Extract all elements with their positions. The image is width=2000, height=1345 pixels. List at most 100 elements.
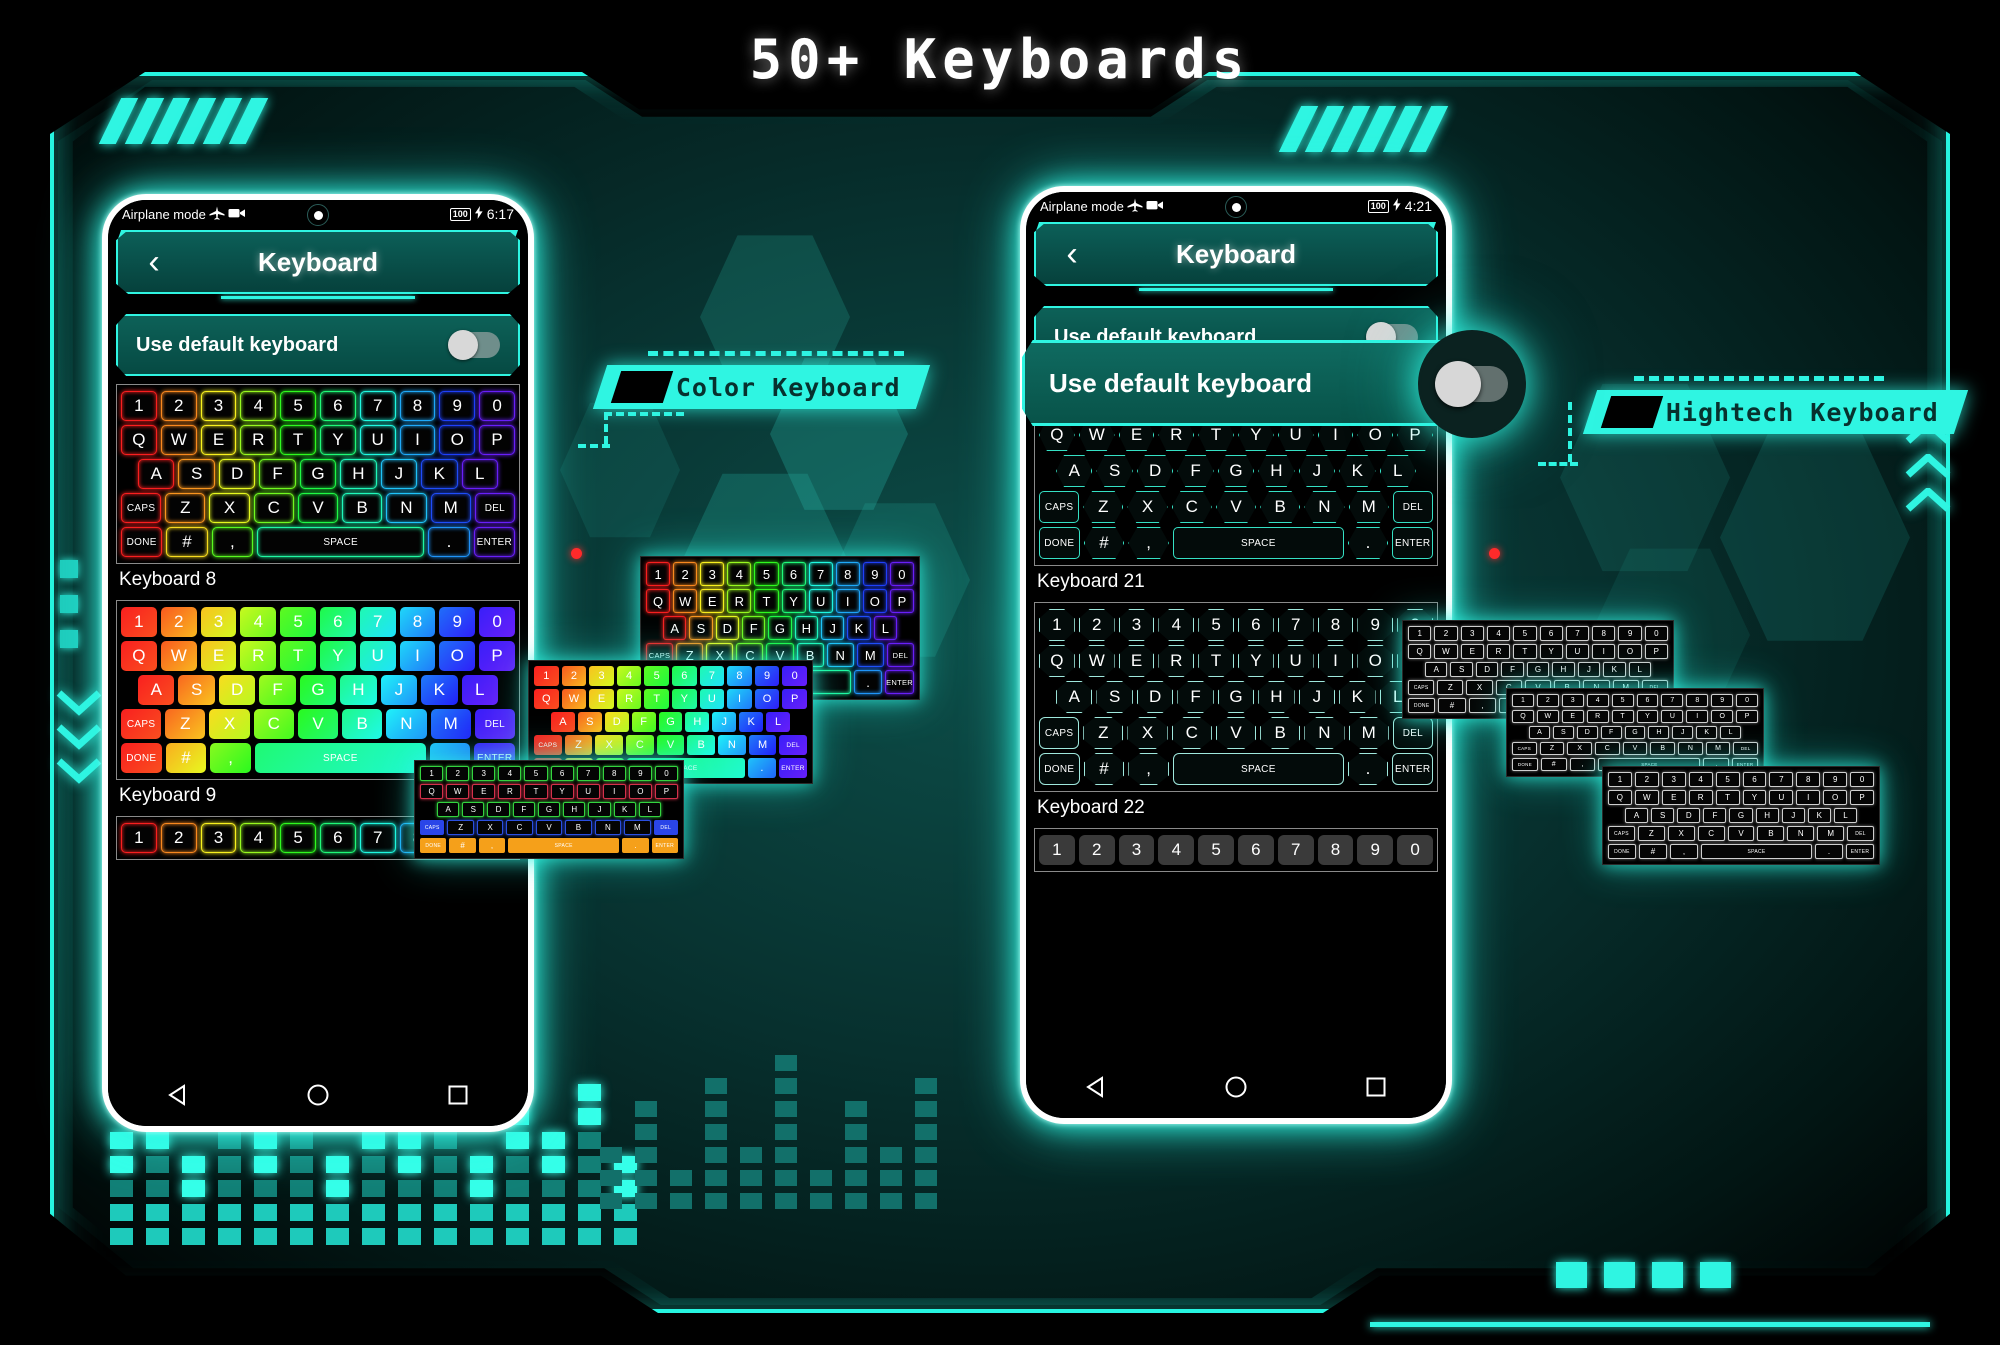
key-2[interactable]: 2 <box>446 766 470 781</box>
key-4[interactable]: 4 <box>727 562 752 586</box>
key-4[interactable]: 4 <box>1486 626 1511 641</box>
key-6[interactable]: 6 <box>1539 626 1563 641</box>
key-q[interactable]: Q <box>1511 710 1534 723</box>
key-8[interactable]: 8 <box>1317 835 1354 865</box>
key-[interactable]: . <box>1347 753 1389 785</box>
key-m[interactable]: M <box>856 643 884 667</box>
key-f[interactable]: F <box>512 802 535 817</box>
key-h[interactable]: H <box>1648 726 1670 739</box>
key-x[interactable]: X <box>476 820 504 835</box>
key-2[interactable]: 2 <box>160 823 197 853</box>
key-1[interactable]: 1 <box>1039 835 1075 865</box>
key-u[interactable]: U <box>1661 710 1684 723</box>
key-2[interactable]: 2 <box>1536 694 1559 707</box>
key-x[interactable]: X <box>1667 826 1695 841</box>
key-a[interactable]: A <box>1056 455 1093 487</box>
key-3[interactable]: 3 <box>1118 609 1155 641</box>
key-5[interactable]: 5 <box>1715 772 1740 787</box>
key-h[interactable]: H <box>1258 681 1295 713</box>
key-caps[interactable]: CAPS <box>1039 491 1080 523</box>
key-6[interactable]: 6 <box>672 666 697 686</box>
key-[interactable]: , <box>1669 844 1698 859</box>
key-5[interactable]: 5 <box>1611 694 1634 707</box>
key-z[interactable]: Z <box>1637 826 1665 841</box>
key-o[interactable]: O <box>628 784 652 799</box>
key-s[interactable]: S <box>1096 681 1133 713</box>
key-[interactable]: , <box>1128 527 1169 559</box>
key-g[interactable]: G <box>768 616 792 640</box>
nav-home-icon[interactable] <box>1223 1074 1249 1100</box>
key-3[interactable]: 3 <box>1118 835 1155 865</box>
key-s[interactable]: S <box>1552 726 1574 739</box>
key-z[interactable]: Z <box>1437 680 1464 695</box>
key-e[interactable]: E <box>1460 644 1484 659</box>
key-6[interactable]: 6 <box>320 823 356 853</box>
key-w[interactable]: W <box>561 689 587 709</box>
key-d[interactable]: D <box>1475 662 1499 677</box>
key-7[interactable]: 7 <box>1277 609 1314 641</box>
key-f[interactable]: F <box>1177 681 1214 713</box>
keyboard-preview-card[interactable]: 1234567890QWERTYUIOPASDFGHJKLCAPSZXCVBNM… <box>1034 602 1438 792</box>
key-1[interactable]: 1 <box>1607 772 1632 787</box>
keyboard-preview-card[interactable]: 1234567890QWERTYUIOPASDFGHJKLCAPSZXCVBNM… <box>116 384 520 564</box>
key-k[interactable]: K <box>1807 808 1831 823</box>
key-a[interactable]: A <box>1625 808 1649 823</box>
use-default-keyboard-toggle[interactable] <box>448 330 500 360</box>
key-4[interactable]: 4 <box>240 391 277 421</box>
key-done[interactable]: DONE <box>1408 698 1436 713</box>
key-8[interactable]: 8 <box>727 666 752 686</box>
key-k[interactable]: K <box>1339 455 1376 487</box>
key-6[interactable]: 6 <box>550 766 574 781</box>
use-default-keyboard-row-left[interactable]: Use default keyboard <box>116 314 520 376</box>
key-[interactable]: , <box>1128 753 1169 785</box>
key-f[interactable]: F <box>631 712 656 732</box>
key-c[interactable]: C <box>506 820 533 835</box>
key-i[interactable]: I <box>602 784 626 799</box>
key-k[interactable]: K <box>421 459 458 489</box>
key-e[interactable]: E <box>1118 645 1155 677</box>
key-n[interactable]: N <box>386 709 427 739</box>
key-4[interactable]: 4 <box>1688 772 1713 787</box>
key-3[interactable]: 3 <box>1661 772 1686 787</box>
key-enter[interactable]: ENTER <box>885 670 915 694</box>
key-r[interactable]: R <box>240 425 277 455</box>
key-1[interactable]: 1 <box>1408 626 1432 641</box>
key-m[interactable]: M <box>624 820 651 835</box>
nav-home-icon[interactable] <box>305 1082 331 1108</box>
key-f[interactable]: F <box>742 616 766 640</box>
key-a[interactable]: A <box>138 459 175 489</box>
key-0[interactable]: 0 <box>654 766 678 781</box>
key-4[interactable]: 4 <box>240 607 277 637</box>
key-8[interactable]: 8 <box>399 391 436 421</box>
key-y[interactable]: Y <box>1742 790 1767 805</box>
key-z[interactable]: Z <box>447 820 474 835</box>
key-0[interactable]: 0 <box>479 391 515 421</box>
key-s[interactable]: S <box>1096 455 1133 487</box>
key-i[interactable]: I <box>1592 644 1616 659</box>
key-g[interactable]: G <box>1729 808 1753 823</box>
key-n[interactable]: N <box>386 493 427 523</box>
key-1[interactable]: 1 <box>1511 694 1534 707</box>
back-chevron-icon[interactable]: ‹ <box>1052 237 1092 271</box>
key-[interactable]: # <box>1083 527 1125 559</box>
key-w[interactable]: W <box>160 425 197 455</box>
key-k[interactable]: K <box>1339 681 1376 713</box>
key-c[interactable]: C <box>253 709 294 739</box>
key-l[interactable]: L <box>766 712 791 732</box>
key-x[interactable]: X <box>595 735 623 755</box>
key-[interactable]: . <box>1815 844 1844 859</box>
key-2[interactable]: 2 <box>1078 609 1115 641</box>
key-[interactable]: . <box>853 670 883 694</box>
back-chevron-icon[interactable]: ‹ <box>134 245 174 279</box>
key-v[interactable]: V <box>297 493 339 523</box>
key-u[interactable]: U <box>808 589 833 613</box>
key-5[interactable]: 5 <box>280 823 316 853</box>
key-m[interactable]: M <box>1348 717 1389 749</box>
key-f[interactable]: F <box>1177 455 1214 487</box>
key-n[interactable]: N <box>594 820 622 835</box>
key-9[interactable]: 9 <box>1618 626 1642 641</box>
floating-keyboard-thumb-e[interactable]: 1 2 3 4 5 6 7 8 9 0 Q W E R T Y U I O P A S D F G H J K L CAPS Z X C V B N M… <box>1506 688 1764 777</box>
key-s[interactable]: S <box>178 459 215 489</box>
key-caps[interactable]: CAPS <box>121 709 162 739</box>
key-t[interactable]: T <box>1715 790 1740 805</box>
